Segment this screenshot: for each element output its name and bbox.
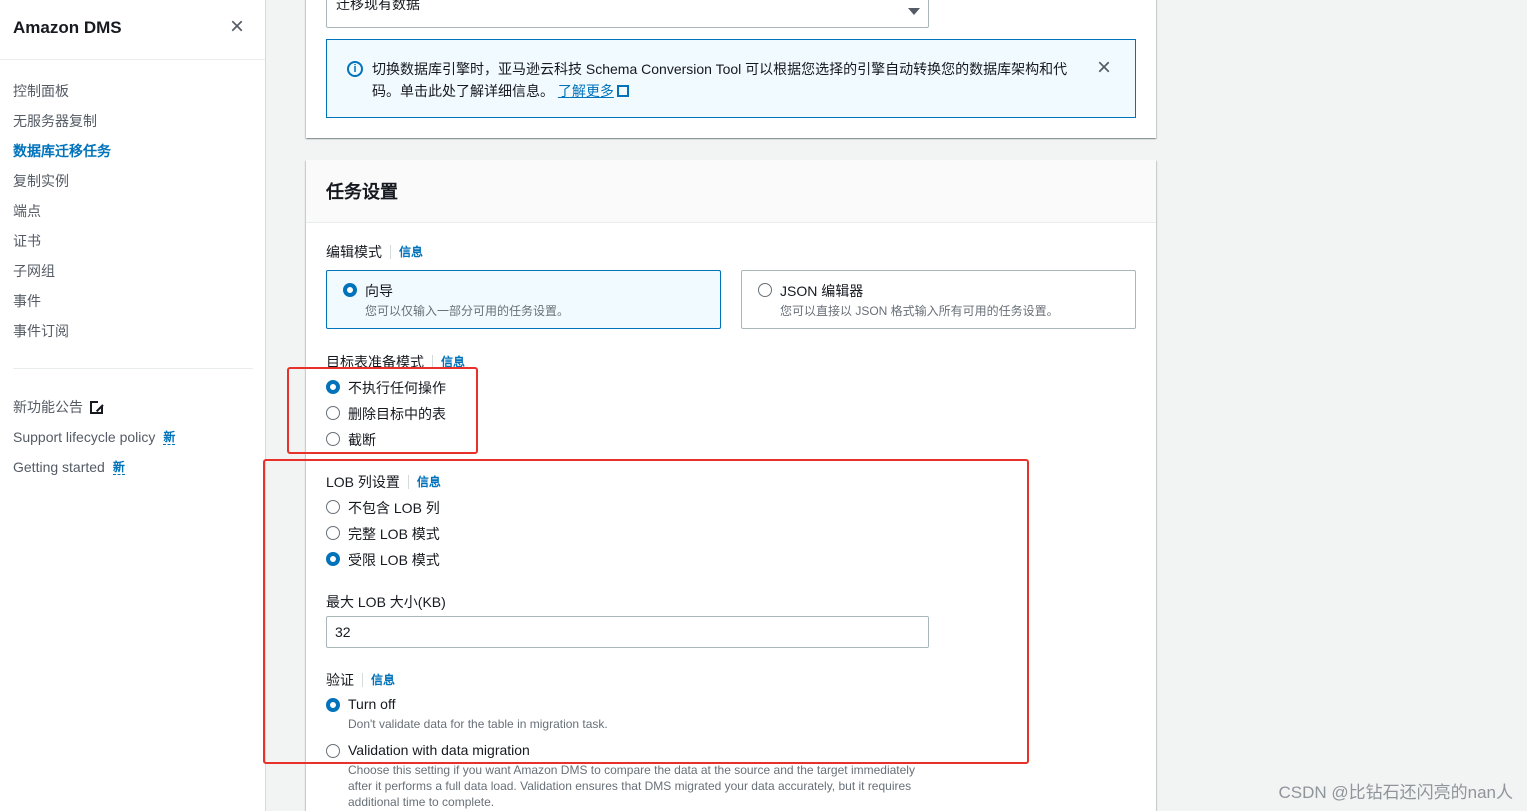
edit-mode-wizard-tile[interactable]: 向导 您可以仅输入一部分可用的任务设置。 bbox=[326, 270, 721, 329]
radio-button[interactable] bbox=[326, 744, 340, 758]
select-value: 迁移现有数据 bbox=[336, 0, 420, 12]
info-alert: i 切换数据库引擎时，亚马逊云科技 Schema Conversion Tool… bbox=[326, 39, 1136, 118]
validation-label: 验证 信息 bbox=[326, 670, 395, 690]
info-link[interactable]: 信息 bbox=[362, 673, 395, 687]
field-label-text: 编辑模式 bbox=[326, 244, 382, 260]
radio-button[interactable] bbox=[326, 380, 340, 394]
sidebar-item-dashboard[interactable]: 控制面板 bbox=[13, 80, 111, 110]
sidebar-item-whats-new[interactable]: 新功能公告 bbox=[13, 392, 175, 422]
target-prep-label: 目标表准备模式 信息 bbox=[326, 352, 465, 372]
tile-description: 您可以仅输入一部分可用的任务设置。 bbox=[365, 304, 570, 318]
tile-title: 向导 bbox=[365, 283, 393, 299]
sidebar-header: Amazon DMS × bbox=[0, 0, 265, 60]
close-icon[interactable]: × bbox=[226, 15, 248, 39]
migration-type-select[interactable]: 迁移现有数据 bbox=[326, 0, 929, 28]
radio-button[interactable] bbox=[758, 283, 772, 297]
external-link-icon bbox=[616, 85, 629, 97]
sidebar-item-serverless[interactable]: 无服务器复制 bbox=[13, 110, 111, 140]
radio-button[interactable] bbox=[343, 283, 357, 297]
radio-description: Don't validate data for the table in mig… bbox=[348, 717, 608, 731]
radio-button[interactable] bbox=[326, 526, 340, 540]
radio-button[interactable] bbox=[326, 698, 340, 712]
panel-header: 任务设置 bbox=[306, 160, 1156, 223]
info-link[interactable]: 信息 bbox=[407, 475, 441, 489]
max-lob-size-input[interactable] bbox=[326, 616, 929, 648]
edit-mode-label: 编辑模式 信息 bbox=[326, 242, 423, 262]
sidebar-item-migration-tasks[interactable]: 数据库迁移任务 bbox=[13, 140, 111, 170]
edit-mode-json-tile[interactable]: JSON 编辑器 您可以直接以 JSON 格式输入所有可用的任务设置。 bbox=[741, 270, 1136, 329]
radio-label: 完整 LOB 模式 bbox=[348, 526, 440, 542]
radio-label: 受限 LOB 模式 bbox=[348, 552, 440, 568]
info-link[interactable]: 信息 bbox=[390, 245, 423, 259]
sidebar-item-subnet-groups[interactable]: 子网组 bbox=[13, 260, 111, 290]
info-link[interactable]: 信息 bbox=[432, 355, 465, 369]
lob-settings-label: LOB 列设置 信息 bbox=[326, 472, 441, 492]
field-label-text: 验证 bbox=[326, 672, 354, 688]
sidebar-divider bbox=[13, 368, 253, 369]
info-icon: i bbox=[347, 61, 363, 77]
panel-title: 任务设置 bbox=[326, 182, 398, 202]
sidebar: Amazon DMS × 控制面板 无服务器复制 数据库迁移任务 复制实例 端点… bbox=[0, 0, 266, 811]
tile-description: 您可以直接以 JSON 格式输入所有可用的任务设置。 bbox=[780, 304, 1059, 318]
tile-title: JSON 编辑器 bbox=[780, 283, 864, 299]
radio-button[interactable] bbox=[326, 552, 340, 566]
alert-text: 切换数据库引擎时，亚马逊云科技 Schema Conversion Tool 可… bbox=[372, 58, 1072, 102]
radio-button[interactable] bbox=[326, 432, 340, 446]
radio-label: Turn off bbox=[348, 696, 396, 712]
sidebar-secondary-nav: 新功能公告 Support lifecycle policy 新 Getting… bbox=[13, 392, 176, 482]
field-label-text: 目标表准备模式 bbox=[326, 354, 424, 370]
sidebar-nav: 控制面板 无服务器复制 数据库迁移任务 复制实例 端点 证书 子网组 事件 事件… bbox=[13, 80, 111, 350]
new-badge: 新 bbox=[163, 429, 176, 445]
sidebar-title: Amazon DMS bbox=[13, 18, 122, 37]
max-lob-size-label: 最大 LOB 大小(KB) bbox=[326, 592, 446, 612]
caret-down-icon bbox=[908, 8, 920, 15]
radio-label: 不执行任何操作 bbox=[348, 380, 446, 396]
migration-type-panel: 迁移现有数据 i 切换数据库引擎时，亚马逊云科技 Schema Conversi… bbox=[306, 0, 1156, 138]
new-badge: 新 bbox=[112, 459, 125, 475]
field-label-text: 最大 LOB 大小(KB) bbox=[326, 594, 446, 610]
alert-message: 切换数据库引擎时，亚马逊云科技 Schema Conversion Tool 可… bbox=[372, 61, 1068, 99]
sidebar-item-replication-instances[interactable]: 复制实例 bbox=[13, 170, 111, 200]
radio-label: 不包含 LOB 列 bbox=[348, 500, 440, 516]
radio-button[interactable] bbox=[326, 406, 340, 420]
radio-description: Choose this setting if you want Amazon D… bbox=[348, 763, 915, 809]
sidebar-item-getting-started[interactable]: Getting started 新 bbox=[13, 452, 175, 482]
sidebar-item-certificates[interactable]: 证书 bbox=[13, 230, 111, 260]
radio-label: 删除目标中的表 bbox=[348, 406, 446, 422]
sidebar-item-event-subscriptions[interactable]: 事件订阅 bbox=[13, 320, 111, 350]
sidebar-item-label: 新功能公告 bbox=[13, 399, 83, 415]
close-icon[interactable]: × bbox=[1097, 56, 1111, 80]
radio-label: 截断 bbox=[348, 432, 376, 448]
radio-button[interactable] bbox=[326, 500, 340, 514]
radio-label: Validation with data migration bbox=[348, 742, 530, 758]
sidebar-item-label: Getting started bbox=[13, 459, 105, 475]
task-settings-panel: 任务设置 编辑模式 信息 向导 您可以仅输入一部分可用的任务设置。 JSON 编… bbox=[306, 160, 1156, 811]
watermark: CSDN @比钻石还闪亮的nan人 bbox=[1278, 783, 1513, 802]
sidebar-item-endpoints[interactable]: 端点 bbox=[13, 200, 111, 230]
learn-more-link[interactable]: 了解更多 bbox=[558, 83, 614, 99]
sidebar-item-events[interactable]: 事件 bbox=[13, 290, 111, 320]
field-label-text: LOB 列设置 bbox=[326, 474, 400, 490]
sidebar-item-label: Support lifecycle policy bbox=[13, 429, 156, 445]
sidebar-item-support-lifecycle[interactable]: Support lifecycle policy 新 bbox=[13, 422, 176, 452]
external-link-icon bbox=[90, 399, 104, 414]
